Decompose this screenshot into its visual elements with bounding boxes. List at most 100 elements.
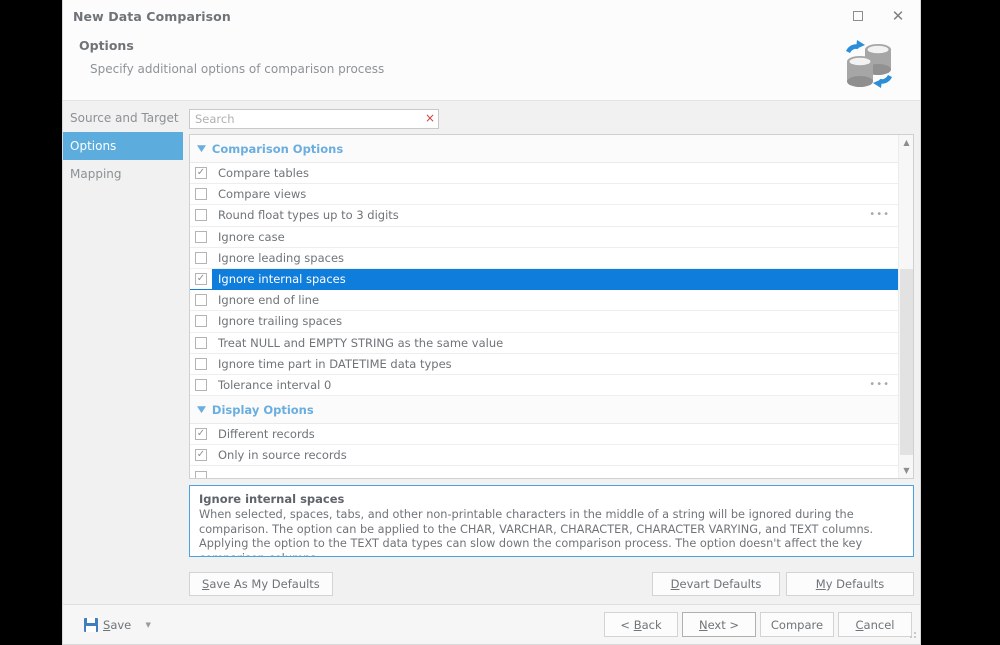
options-scrollbar[interactable]: ▲ ▼: [898, 135, 913, 478]
next-button[interactable]: Next >: [682, 612, 756, 637]
dialog-body: Source and Target Options Mapping × ▼: [63, 100, 920, 604]
option-label: Tolerance interval 0: [212, 375, 898, 395]
option-row-partial[interactable]: [190, 466, 898, 478]
scroll-up-arrow[interactable]: ▲: [899, 135, 914, 150]
checkbox-unchecked-icon: [195, 188, 207, 200]
group-header-display-options[interactable]: ▼ Display Options: [190, 396, 898, 424]
search-input[interactable]: [189, 109, 439, 129]
devart-defaults-button[interactable]: Devart Defaults: [652, 572, 780, 596]
maximize-icon: [853, 11, 863, 21]
option-label: Only in source records: [212, 445, 898, 465]
group-header-label: Display Options: [212, 403, 314, 417]
checkbox-unchecked-icon: [195, 231, 207, 243]
option-label: Compare tables: [212, 163, 898, 183]
sidebar-item-label: Mapping: [70, 167, 122, 181]
sidebar-item-label: Source and Target: [70, 111, 179, 125]
scroll-down-arrow[interactable]: ▼: [899, 463, 914, 478]
chevron-down-icon[interactable]: ▼: [140, 613, 156, 637]
option-label: Different records: [212, 424, 898, 444]
floppy-disk-icon: [84, 618, 98, 632]
compare-button[interactable]: Compare: [760, 612, 834, 637]
checkbox-unchecked-icon: [195, 471, 207, 478]
next-button-label: ext >: [708, 618, 739, 632]
compare-button-label: Compare: [771, 618, 823, 632]
option-row[interactable]: Ignore end of line: [190, 290, 898, 311]
checkbox-cell[interactable]: ✓: [190, 445, 212, 465]
page-header: Options Specify additional options of co…: [63, 32, 920, 100]
checkbox-cell[interactable]: [190, 354, 212, 374]
checkbox-cell[interactable]: [190, 248, 212, 268]
page-subtitle: Specify additional options of comparison…: [90, 62, 384, 76]
option-description-panel: Ignore internal spaces When selected, sp…: [189, 485, 914, 557]
checkbox-cell[interactable]: [190, 227, 212, 247]
back-button[interactable]: < Back: [604, 612, 678, 637]
option-row[interactable]: ✓ Different records: [190, 424, 898, 445]
devart-defaults-label: evart Defaults: [680, 577, 762, 591]
sidebar-item-mapping[interactable]: Mapping: [63, 160, 183, 188]
checkbox-cell[interactable]: [190, 375, 212, 395]
checkbox-cell[interactable]: [190, 311, 212, 331]
scrollbar-thumb[interactable]: [900, 269, 913, 455]
window-title: New Data Comparison: [73, 9, 231, 24]
option-row[interactable]: Treat NULL and EMPTY STRING as the same …: [190, 333, 898, 354]
cancel-button-label: ancel: [864, 618, 895, 632]
maximize-button[interactable]: [838, 0, 878, 32]
option-label: Ignore leading spaces: [212, 248, 898, 268]
option-label: [212, 466, 898, 478]
checkbox-cell[interactable]: [190, 466, 212, 478]
save-button-label: ave: [110, 618, 131, 632]
checkbox-cell[interactable]: ✓: [190, 163, 212, 183]
checkbox-unchecked-icon: [195, 379, 207, 391]
accel-key: M: [816, 577, 826, 591]
option-row[interactable]: Ignore trailing spaces: [190, 311, 898, 332]
footer-buttons: < Back Next > Compare Cancel: [604, 612, 912, 637]
option-row[interactable]: Round float types up to 3 digits •••: [190, 205, 898, 226]
option-row[interactable]: ✓ Only in source records: [190, 445, 898, 466]
ellipsis-button[interactable]: •••: [869, 210, 890, 220]
option-row[interactable]: Compare views: [190, 184, 898, 205]
checkbox-cell[interactable]: [190, 184, 212, 204]
my-defaults-label: y Defaults: [826, 577, 884, 591]
search-box: ×: [189, 108, 439, 128]
checkbox-unchecked-icon: [195, 209, 207, 221]
accel-key: C: [856, 618, 864, 632]
page-title: Options: [79, 38, 134, 53]
close-button[interactable]: ✕: [878, 0, 918, 32]
option-label: Ignore end of line: [212, 290, 898, 310]
accel-key: N: [699, 618, 708, 632]
ellipsis-button[interactable]: •••: [869, 380, 890, 390]
option-label: Ignore trailing spaces: [212, 311, 898, 331]
checkbox-checked-icon: ✓: [195, 449, 207, 461]
close-icon: ✕: [892, 9, 905, 24]
save-as-my-defaults-button[interactable]: Save As My Defaults: [189, 572, 333, 596]
sidebar-item-options[interactable]: Options: [63, 132, 183, 160]
checkbox-cell[interactable]: [190, 290, 212, 310]
description-title: Ignore internal spaces: [199, 492, 904, 506]
checkbox-cell[interactable]: [190, 205, 212, 225]
options-list-viewport: ▼ Comparison Options ✓ Compare tables: [190, 135, 898, 478]
save-split-button[interactable]: Save ▼: [79, 613, 156, 637]
accel-key: D: [671, 577, 680, 591]
checkbox-cell[interactable]: [190, 333, 212, 353]
checkbox-checked-icon: ✓: [195, 273, 207, 285]
option-row[interactable]: ✓ Compare tables: [190, 163, 898, 184]
my-defaults-button[interactable]: My Defaults: [786, 572, 914, 596]
option-row-selected[interactable]: ✓ Ignore internal spaces: [190, 269, 898, 290]
save-button[interactable]: Save: [79, 613, 140, 637]
cancel-button[interactable]: Cancel: [838, 612, 912, 637]
dialog-window: New Data Comparison ✕ Options Specify ad…: [62, 0, 921, 645]
data-comparison-icon: [840, 34, 898, 92]
checkbox-cell[interactable]: ✓: [190, 269, 212, 289]
option-row[interactable]: Ignore case: [190, 227, 898, 248]
accel-key: B: [634, 618, 642, 632]
option-row[interactable]: Tolerance interval 0 •••: [190, 375, 898, 396]
group-header-comparison-options[interactable]: ▼ Comparison Options: [190, 135, 898, 163]
resize-grip[interactable]: [906, 630, 917, 641]
title-bar: New Data Comparison ✕: [63, 0, 920, 32]
defaults-button-bar: Save As My Defaults Devart Defaults My D…: [189, 557, 914, 601]
option-row[interactable]: Ignore time part in DATETIME data types: [190, 354, 898, 375]
checkbox-cell[interactable]: ✓: [190, 424, 212, 444]
sidebar-item-source-and-target[interactable]: Source and Target: [63, 104, 183, 132]
option-row[interactable]: Ignore leading spaces: [190, 248, 898, 269]
clear-icon[interactable]: ×: [425, 110, 435, 126]
